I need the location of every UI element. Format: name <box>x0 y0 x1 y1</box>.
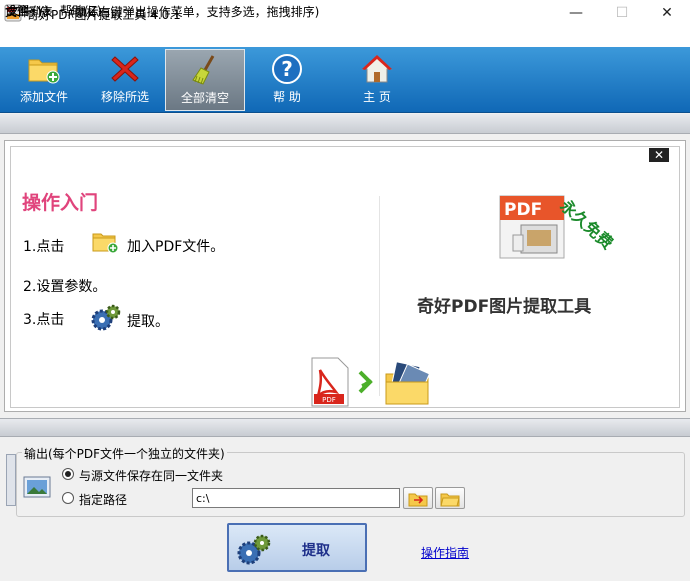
extract-button[interactable]: 提取 <box>227 523 367 572</box>
step1-action: 加入PDF文件。 <box>127 239 225 255</box>
minimize-button[interactable]: — <box>553 0 599 27</box>
path-input[interactable] <box>192 488 400 508</box>
step1-prefix: 1.点击 <box>23 239 65 255</box>
step3-action: 提取。 <box>127 314 169 330</box>
same-folder-label[interactable]: 与源文件保存在同一文件夹 <box>79 467 223 484</box>
output-legend: 输出(每个PDF文件一个独立的文件夹) <box>22 445 227 462</box>
home-label: 主 页 <box>363 90 391 104</box>
add-folder-icon <box>28 59 60 84</box>
product-name: 奇好PDF图片提取工具 <box>417 297 592 317</box>
file-list-header <box>0 114 690 134</box>
clear-all-label: 全部清空 <box>180 91 229 105</box>
gears-icon <box>91 304 121 331</box>
help-button[interactable]: ? 帮 助 <box>247 49 327 111</box>
home-button[interactable]: 主 页 <box>337 49 417 111</box>
maximize-button[interactable]: ☐ <box>599 0 645 27</box>
folder-arrow-icon <box>408 493 428 507</box>
question-icon: ? <box>272 54 302 84</box>
add-folder-icon <box>92 233 119 254</box>
gears-icon <box>237 534 271 565</box>
guide-title: 操作入门 <box>22 192 99 214</box>
pdf-image-logo: PDF <box>499 195 565 259</box>
guide-close-button[interactable]: ✕ <box>649 148 669 162</box>
remove-selected-label: 移除所选 <box>100 90 149 104</box>
broom-icon <box>192 55 215 85</box>
remove-selected-button[interactable]: 移除所选 <box>85 49 165 111</box>
custom-path-radio[interactable] <box>62 492 74 504</box>
logo-text: PDF <box>504 200 542 220</box>
home-icon <box>361 55 393 83</box>
pdf-to-folder-icon: PDF <box>311 357 431 407</box>
settings-label: 设置 <box>5 4 30 18</box>
image-icon <box>23 476 51 498</box>
same-folder-radio[interactable] <box>62 468 74 480</box>
settings-header <box>0 418 690 437</box>
toolbar: 添加文件 移除所选 全部清空 ? 帮 助 主 页 <box>0 47 690 113</box>
add-files-button[interactable]: 添加文件 <box>4 49 84 111</box>
open-folder-icon <box>440 493 460 507</box>
menu-bar <box>0 27 690 47</box>
extract-label: 提取 <box>302 543 330 559</box>
step3-prefix: 3.点击 <box>23 312 65 328</box>
delete-x-icon <box>111 56 139 82</box>
step2-text: 2.设置参数。 <box>23 279 107 295</box>
file-list-hint: (鼠标右键弹出操作菜单，支持多选，拖拽排序) <box>70 5 320 19</box>
operation-guide-link[interactable]: 操作指南 <box>421 544 469 561</box>
help-label: 帮 助 <box>273 90 301 104</box>
close-window-button[interactable]: ✕ <box>644 0 690 27</box>
svg-text:PDF: PDF <box>322 396 336 404</box>
add-files-label: 添加文件 <box>19 90 68 104</box>
svg-text:?: ? <box>281 57 293 81</box>
clear-all-button[interactable]: 全部清空 <box>165 49 245 111</box>
open-folder-button[interactable] <box>435 487 465 509</box>
custom-path-label[interactable]: 指定路径 <box>79 491 127 508</box>
collapse-strip[interactable] <box>6 454 16 506</box>
browse-folder-button[interactable] <box>403 487 433 509</box>
